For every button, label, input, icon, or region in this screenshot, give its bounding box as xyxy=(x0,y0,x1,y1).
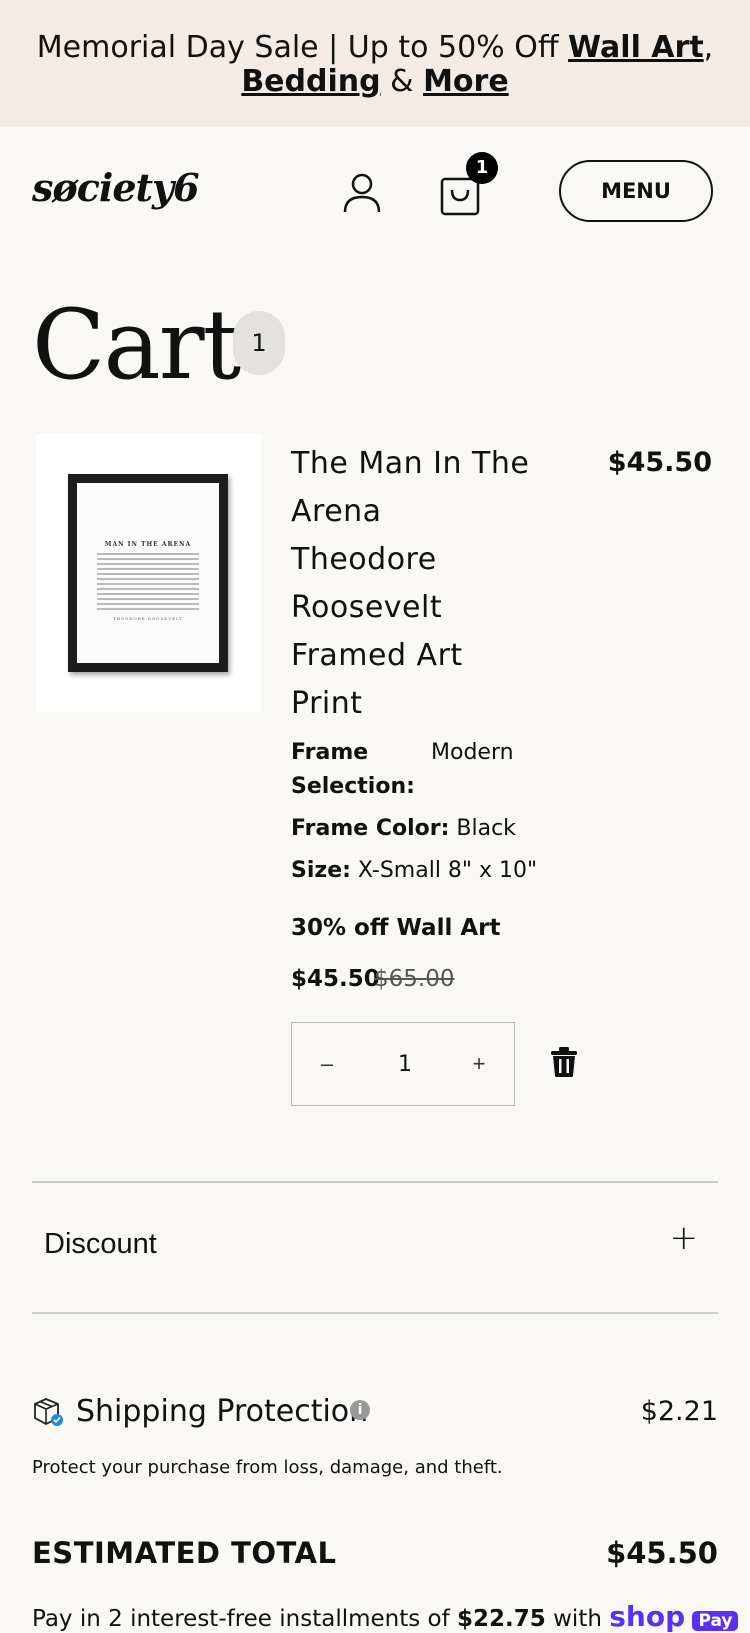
attribute-value: X-Small 8" x 10" xyxy=(357,858,538,883)
product-image[interactable]: MAN IN THE ARENA THEODORE ROOSEVELT xyxy=(36,434,261,712)
print-title-text: MAN IN THE ARENA xyxy=(104,541,192,548)
installment-amount: $22.75 xyxy=(457,1606,546,1632)
shop-pay-badge[interactable]: Pay xyxy=(692,1611,739,1631)
plus-icon[interactable]: + xyxy=(670,1218,699,1258)
quantity-input[interactable] xyxy=(362,1043,448,1085)
menu-button[interactable]: MENU xyxy=(559,160,713,222)
site-logo[interactable]: søciety6 xyxy=(32,165,200,210)
attribute-frame-color: Frame Color: Black xyxy=(291,812,621,846)
shipping-protection-description: Protect your purchase from loss, damage,… xyxy=(32,1457,503,1478)
attribute-size: Size: X-Small 8" x 10" xyxy=(291,854,621,888)
attribute-label: Size: xyxy=(291,858,351,883)
shipping-box-icon xyxy=(32,1396,64,1432)
banner-text: Memorial Day Sale | Up to 50% Off xyxy=(36,30,569,65)
shipping-protection-label: Shipping Protection xyxy=(76,1394,369,1429)
promo-banner: Memorial Day Sale | Up to 50% Off Wall A… xyxy=(0,0,750,127)
banner-ampersand: & xyxy=(380,64,424,99)
banner-link-wall-art[interactable]: Wall Art xyxy=(568,30,704,65)
page-title: Cart xyxy=(32,289,241,401)
product-name[interactable]: The Man In The Arena Theodore Roosevelt … xyxy=(291,440,531,728)
quantity-stepper: – + xyxy=(291,1022,515,1106)
estimated-total-value: $45.50 xyxy=(606,1536,718,1570)
banner-link-more[interactable]: More xyxy=(423,64,509,99)
banner-comma: , xyxy=(703,30,714,65)
promo-label: 30% off Wall Art xyxy=(291,915,501,941)
shop-pay-logo[interactable]: shop xyxy=(609,1600,685,1633)
installments-text: Pay in 2 interest-free installments of $… xyxy=(32,1600,739,1633)
attribute-value: Black xyxy=(456,816,516,841)
banner-link-bedding[interactable]: Bedding xyxy=(241,64,380,99)
framed-print-image: MAN IN THE ARENA THEODORE ROOSEVELT xyxy=(68,474,228,672)
decrease-quantity-button[interactable]: – xyxy=(292,1023,362,1105)
sale-price: $45.50 xyxy=(291,966,380,992)
product-attributes: Frame Selection: Modern Frame Color: Bla… xyxy=(291,736,621,896)
discount-accordion[interactable]: Discount + xyxy=(32,1182,718,1312)
attribute-label: Frame Color: xyxy=(291,816,450,841)
cart-count-badge: 1 xyxy=(466,152,498,184)
attribute-value: Modern xyxy=(431,740,514,765)
attribute-frame-selection: Frame Selection: Modern xyxy=(291,736,621,804)
discount-label: Discount xyxy=(44,1228,157,1260)
account-icon[interactable] xyxy=(343,172,381,218)
attribute-label: Frame Selection: xyxy=(291,740,415,799)
trash-icon[interactable] xyxy=(550,1046,578,1082)
installments-with: with xyxy=(545,1606,610,1632)
print-author-text: THEODORE ROOSEVELT xyxy=(112,616,184,621)
print-text-lines xyxy=(97,553,199,613)
increase-quantity-button[interactable]: + xyxy=(444,1023,514,1105)
line-item-price: $45.50 xyxy=(607,447,712,478)
original-price: $65.00 xyxy=(374,966,455,992)
installments-prefix: Pay in 2 interest-free installments of xyxy=(32,1606,458,1632)
estimated-total-label: ESTIMATED TOTAL xyxy=(32,1536,337,1570)
info-icon[interactable]: i xyxy=(350,1400,370,1420)
divider xyxy=(32,1312,718,1314)
cart-item-count: 1 xyxy=(233,311,285,375)
shipping-protection-price: $2.21 xyxy=(640,1396,718,1427)
shipping-protection-row: Shipping Protection i $2.21 xyxy=(32,1390,718,1440)
